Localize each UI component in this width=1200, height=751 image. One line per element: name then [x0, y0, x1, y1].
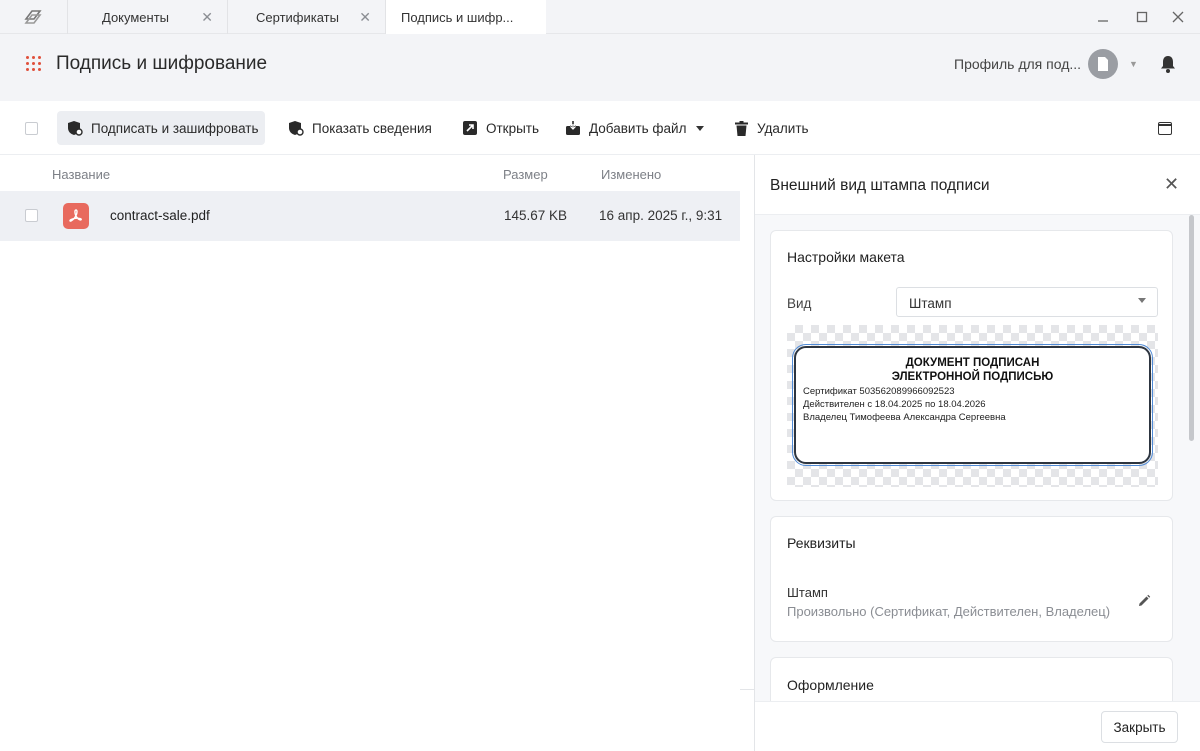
app-logo-icon [24, 10, 42, 24]
trash-icon [733, 120, 749, 136]
open-external-icon [462, 120, 478, 136]
panel-toggle-icon[interactable] [1158, 122, 1172, 135]
stamp-appearance-panel: Внешний вид штампа подписи ✕ Настройки м… [754, 155, 1200, 751]
tab-certificates[interactable]: Сертификаты ✕ [227, 0, 385, 34]
sign-encrypt-label: Подписать и зашифровать [91, 120, 259, 136]
pdf-file-icon [63, 203, 89, 229]
sign-encrypt-button[interactable]: Подписать и зашифровать [57, 111, 265, 145]
stamp-preview-area: ДОКУМЕНТ ПОДПИСАН ЭЛЕКТРОННОЙ ПОДПИСЬЮ С… [787, 325, 1158, 487]
tab-sign-encrypt[interactable]: Подпись и шифр... [385, 0, 546, 35]
row-checkbox[interactable] [25, 209, 38, 222]
stamp-title-line1: ДОКУМЕНТ ПОДПИСАН [905, 357, 1040, 369]
requisite-description: Произвольно (Сертификат, Действителен, В… [787, 604, 1111, 619]
window-close-icon[interactable] [1167, 6, 1189, 28]
panel-header: Внешний вид штампа подписи ✕ [755, 155, 1200, 215]
requisite-name: Штамп [787, 585, 828, 600]
table-row[interactable]: contract-sale.pdf 145.67 KB 16 апр. 2025… [0, 191, 740, 241]
view-select-value: Штамп [909, 296, 952, 311]
panel-title: Внешний вид штампа подписи [770, 177, 990, 194]
stamp-owner: Владелец Тимофеева Александра Сергеевна [803, 412, 1006, 423]
scrollbar-thumb[interactable] [1189, 215, 1194, 441]
close-icon[interactable]: ✕ [201, 9, 213, 25]
tab-documents[interactable]: Документы ✕ [67, 0, 227, 34]
close-button[interactable]: Закрыть [1101, 711, 1178, 743]
avatar[interactable] [1088, 49, 1118, 79]
layout-settings-card: Настройки макета Вид Штамп ДОКУМЕНТ ПОДП… [770, 230, 1173, 501]
column-header-modified[interactable]: Изменено [601, 167, 661, 182]
open-button[interactable]: Открыть [452, 111, 549, 145]
card-title: Реквизиты [787, 535, 856, 551]
minimize-icon[interactable] [1092, 6, 1114, 28]
chevron-down-icon[interactable]: ▼ [1129, 59, 1138, 69]
view-select[interactable]: Штамп [896, 287, 1158, 317]
dropdown-caret-icon[interactable] [696, 125, 705, 131]
file-modified-date: 16 апр. 2025 г., 9:31 [599, 208, 723, 223]
view-label: Вид [787, 296, 812, 311]
column-header-name[interactable]: Название [52, 167, 110, 182]
app-header: Подпись и шифрование Профиль для под... … [0, 34, 1200, 101]
panel-scrollbar[interactable] [1188, 215, 1196, 701]
shield-info-icon [288, 120, 304, 136]
stamp-certificate: Сертификат 503562089966092523 [803, 386, 955, 397]
title-bar: Документы ✕ Сертификаты ✕ Подпись и шифр… [0, 0, 1200, 35]
show-details-label: Показать сведения [312, 120, 432, 136]
stamp-title: ДОКУМЕНТ ПОДПИСАН ЭЛЕКТРОННОЙ ПОДПИСЬЮ [796, 356, 1149, 384]
card-title: Оформление [787, 677, 874, 693]
card-title: Настройки макета [787, 249, 905, 265]
bell-icon[interactable] [1159, 54, 1177, 74]
file-size: 145.67 KB [504, 208, 568, 223]
add-file-label: Добавить файл [589, 120, 687, 136]
open-label: Открыть [486, 120, 540, 136]
tab-label: Подпись и шифр... [401, 10, 514, 25]
document-icon [1098, 57, 1108, 71]
file-name: contract-sale.pdf [110, 208, 210, 223]
toolbar: Подписать и зашифровать Показать сведени… [0, 101, 1200, 155]
pencil-icon[interactable] [1137, 594, 1151, 608]
signature-stamp-preview[interactable]: ДОКУМЕНТ ПОДПИСАН ЭЛЕКТРОННОЙ ПОДПИСЬЮ С… [792, 344, 1153, 466]
show-details-button[interactable]: Показать сведения [278, 111, 442, 145]
requisites-card: Реквизиты Штамп Произвольно (Сертификат,… [770, 516, 1173, 642]
divider [740, 689, 754, 690]
panel-footer: Закрыть [755, 701, 1200, 751]
apps-grid-icon[interactable] [26, 56, 42, 72]
tab-label: Документы [102, 9, 170, 25]
stamp-title-line2: ЭЛЕКТРОННОЙ ПОДПИСЬЮ [891, 371, 1054, 383]
column-header-size[interactable]: Размер [503, 167, 548, 182]
maximize-icon[interactable] [1131, 6, 1153, 28]
delete-button[interactable]: Удалить [723, 111, 819, 145]
select-all-checkbox[interactable] [25, 122, 38, 135]
delete-label: Удалить [757, 120, 809, 136]
tab-label: Сертификаты [256, 9, 339, 25]
add-file-icon [565, 120, 581, 136]
add-file-button[interactable]: Добавить файл [555, 111, 714, 145]
stamp-validity: Действителен с 18.04.2025 по 18.04.2026 [803, 399, 986, 410]
profile-selector[interactable]: Профиль для под... [954, 56, 1081, 72]
shield-sign-icon [67, 120, 83, 136]
chevron-down-icon [1138, 298, 1146, 303]
close-icon[interactable]: ✕ [1164, 175, 1179, 193]
close-icon[interactable]: ✕ [359, 9, 371, 25]
page-title: Подпись и шифрование [56, 53, 268, 74]
